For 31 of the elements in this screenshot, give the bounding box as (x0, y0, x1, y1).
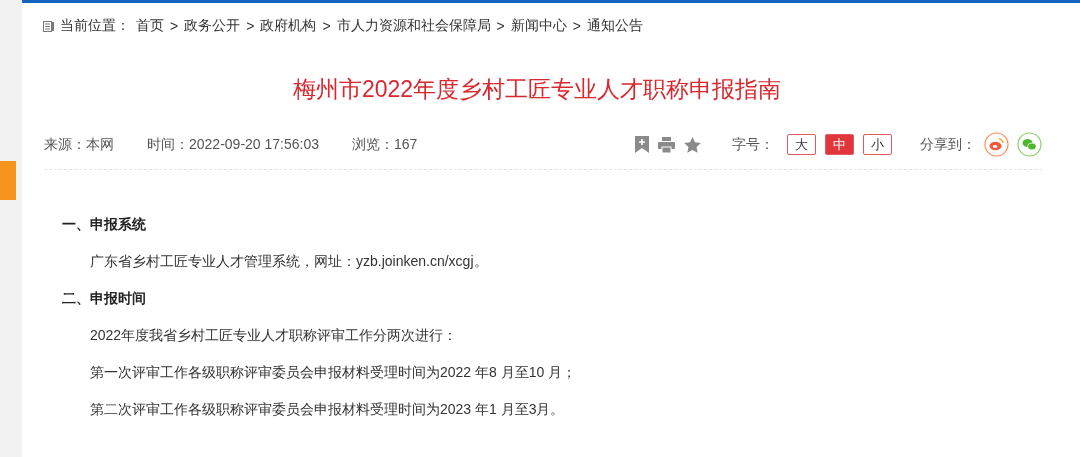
paragraph: 2022年度我省乡村工匠专业人才职称评审工作分两次进行： (89, 327, 459, 345)
font-size-button[interactable]: 小 (863, 134, 892, 155)
breadcrumb-link[interactable]: 首页 (136, 17, 164, 35)
font-size-label: 字号： (732, 135, 774, 154)
meta-info: 时间：2022-09-20 17:56:03 (147, 135, 319, 154)
section-heading: 二、申报时间 (62, 290, 147, 308)
breadcrumb-separator: > (572, 18, 581, 34)
font-size-button[interactable]: 大 (787, 134, 816, 155)
breadcrumb-link[interactable]: 市人力资源和社会保障局 (336, 17, 491, 35)
breadcrumb-link[interactable]: 新闻中心 (510, 17, 567, 35)
breadcrumb-separator: > (322, 18, 331, 34)
print-icon[interactable] (658, 136, 675, 153)
meta-info: 来源：本网 (44, 135, 114, 154)
section-heading: 一、申报系统 (62, 216, 147, 234)
paragraph: 第一次评审工作各级职称评审委员会申报材料受理时间为2022 年8 月至10 月； (89, 364, 578, 382)
bookmark-icon[interactable] (635, 136, 649, 153)
paragraph: 第二次评审工作各级职称评审委员会申报材料受理时间为2023 年1 月至3月。 (89, 401, 566, 419)
location-label: 当前位置： (60, 17, 130, 35)
breadcrumb-separator: > (170, 18, 179, 34)
share-label: 分享到： (920, 135, 976, 154)
star-icon[interactable] (684, 136, 701, 153)
article-title: 梅州市2022年度乡村工匠专业人才职称申报指南 (291, 75, 783, 104)
meta-info: 浏览：167 (352, 135, 418, 154)
breadcrumb-link[interactable]: 政府机构 (260, 17, 317, 35)
breadcrumb-separator: > (496, 18, 505, 34)
paragraph: 广东省乡村工匠专业人才管理系统，网址：yzb.joinken.cn/xcgj。 (89, 253, 489, 271)
font-size-button[interactable]: 中 (825, 134, 854, 155)
breadcrumb-link[interactable]: 通知公告 (586, 17, 643, 35)
location-icon (43, 20, 54, 32)
breadcrumb-separator: > (246, 18, 255, 34)
breadcrumb-link[interactable]: 政务公开 (184, 17, 241, 35)
